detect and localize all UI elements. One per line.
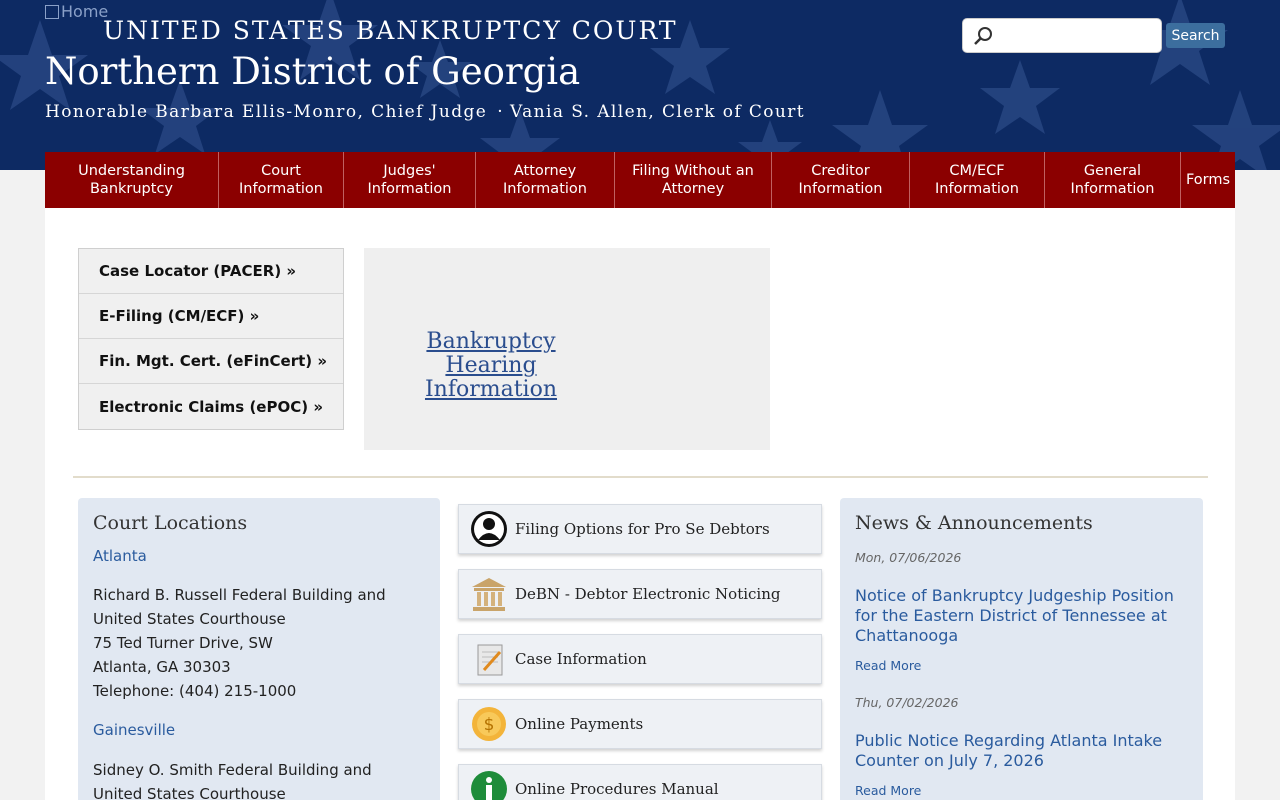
news-title: News & Announcements	[855, 512, 1093, 534]
court-locations-title: Court Locations	[93, 512, 248, 534]
location-atlanta-address: Richard B. Russell Federal Building and …	[93, 583, 386, 703]
tile-label: Online Procedures Manual	[515, 780, 719, 798]
address-line: United States Courthouse	[93, 610, 286, 628]
home-logo-link[interactable]: Home	[45, 2, 108, 21]
news-box: News & Announcements Mon, 07/06/2026 Not…	[840, 498, 1203, 800]
tile-pro-se-debtors[interactable]: Filing Options for Pro Se Debtors	[458, 504, 822, 554]
chief-judge: Honorable Barbara Ellis-Monro, Chief Jud…	[45, 102, 488, 122]
tile-debn[interactable]: DeBN - Debtor Electronic Noticing	[458, 569, 822, 619]
nav-cmecf-information[interactable]: CM/ECF Information	[910, 152, 1045, 208]
court-officers: Honorable Barbara Ellis-Monro, Chief Jud…	[45, 102, 805, 122]
quick-link-cmecf[interactable]: E-Filing (CM/ECF) »	[79, 294, 343, 339]
district-title: Northern District of Georgia	[45, 50, 581, 93]
court-locations-box: Court Locations Atlanta Richard B. Russe…	[78, 498, 440, 800]
news-item-link[interactable]: Public Notice Regarding Atlanta Intake C…	[855, 731, 1190, 771]
address-line: Atlanta, GA 30303	[93, 658, 231, 676]
courthouse-icon	[469, 574, 509, 614]
nav-judges-information[interactable]: Judges' Information	[344, 152, 476, 208]
quick-link-pacer[interactable]: Case Locator (PACER) »	[79, 249, 343, 294]
news-date: Thu, 07/02/2026	[855, 695, 959, 710]
location-atlanta-link[interactable]: Atlanta	[93, 547, 147, 565]
tile-label: Online Payments	[515, 715, 644, 733]
search-button[interactable]: Search	[1166, 23, 1225, 48]
news-item-link[interactable]: Notice of Bankruptcy Judgeship Position …	[855, 586, 1190, 646]
person-icon	[469, 509, 509, 549]
tile-case-information[interactable]: Case Information	[458, 634, 822, 684]
info-icon	[469, 769, 509, 800]
main-content: Case Locator (PACER) » E-Filing (CM/ECF)…	[45, 208, 1235, 800]
address-line: Sidney O. Smith Federal Building and	[93, 761, 372, 779]
main-nav: Understanding Bankruptcy Court Informati…	[45, 152, 1235, 208]
nav-court-information[interactable]: Court Information	[219, 152, 344, 208]
nav-forms[interactable]: Forms	[1181, 152, 1235, 208]
nav-filing-without-attorney[interactable]: Filing Without an Attorney	[615, 152, 772, 208]
home-alt-text: Home	[61, 2, 109, 21]
quick-link-efincert[interactable]: Fin. Mgt. Cert. (eFinCert) »	[79, 339, 343, 384]
address-line: 75 Ted Turner Drive, SW	[93, 634, 273, 652]
news-date: Mon, 07/06/2026	[855, 550, 962, 565]
nav-attorney-information[interactable]: Attorney Information	[476, 152, 615, 208]
search-input[interactable]	[962, 18, 1162, 53]
notepad-icon	[469, 639, 509, 679]
court-name: UNITED STATES BANKRUPTCY COURT	[103, 16, 678, 45]
broken-image-icon	[45, 4, 59, 19]
search-icon	[974, 27, 992, 45]
address-line: United States Courthouse	[93, 785, 286, 800]
site-header: Home UNITED STATES BANKRUPTCY COURT Nort…	[0, 0, 1280, 170]
section-divider	[73, 476, 1208, 478]
coin-icon: $	[469, 704, 509, 744]
read-more-link[interactable]: Read More	[855, 658, 921, 673]
address-line: Richard B. Russell Federal Building and	[93, 586, 386, 604]
nav-creditor-information[interactable]: Creditor Information	[772, 152, 910, 208]
location-gainesville-link[interactable]: Gainesville	[93, 721, 175, 739]
tile-label: DeBN - Debtor Electronic Noticing	[515, 585, 781, 603]
tile-procedures-manual[interactable]: Online Procedures Manual	[458, 764, 822, 800]
nav-understanding-bankruptcy[interactable]: Understanding Bankruptcy	[45, 152, 219, 208]
svg-text:$: $	[484, 715, 495, 735]
officer-separator: ·	[497, 102, 505, 122]
address-line: Telephone: (404) 215-1000	[93, 682, 297, 700]
location-gainesville-address: Sidney O. Smith Federal Building and Uni…	[93, 758, 372, 800]
nav-general-information[interactable]: General Information	[1045, 152, 1181, 208]
quick-links: Case Locator (PACER) » E-Filing (CM/ECF)…	[78, 248, 344, 430]
hearing-info-panel: Bankruptcy Hearing Information	[364, 248, 770, 450]
tile-label: Case Information	[515, 650, 647, 668]
clerk-of-court: Vania S. Allen, Clerk of Court	[510, 102, 806, 122]
read-more-link[interactable]: Read More	[855, 783, 921, 798]
quick-link-epoc[interactable]: Electronic Claims (ePOC) »	[79, 384, 343, 429]
hearing-info-link[interactable]: Bankruptcy Hearing Information	[381, 330, 601, 402]
tile-online-payments[interactable]: $ Online Payments	[458, 699, 822, 749]
tile-label: Filing Options for Pro Se Debtors	[515, 520, 770, 538]
